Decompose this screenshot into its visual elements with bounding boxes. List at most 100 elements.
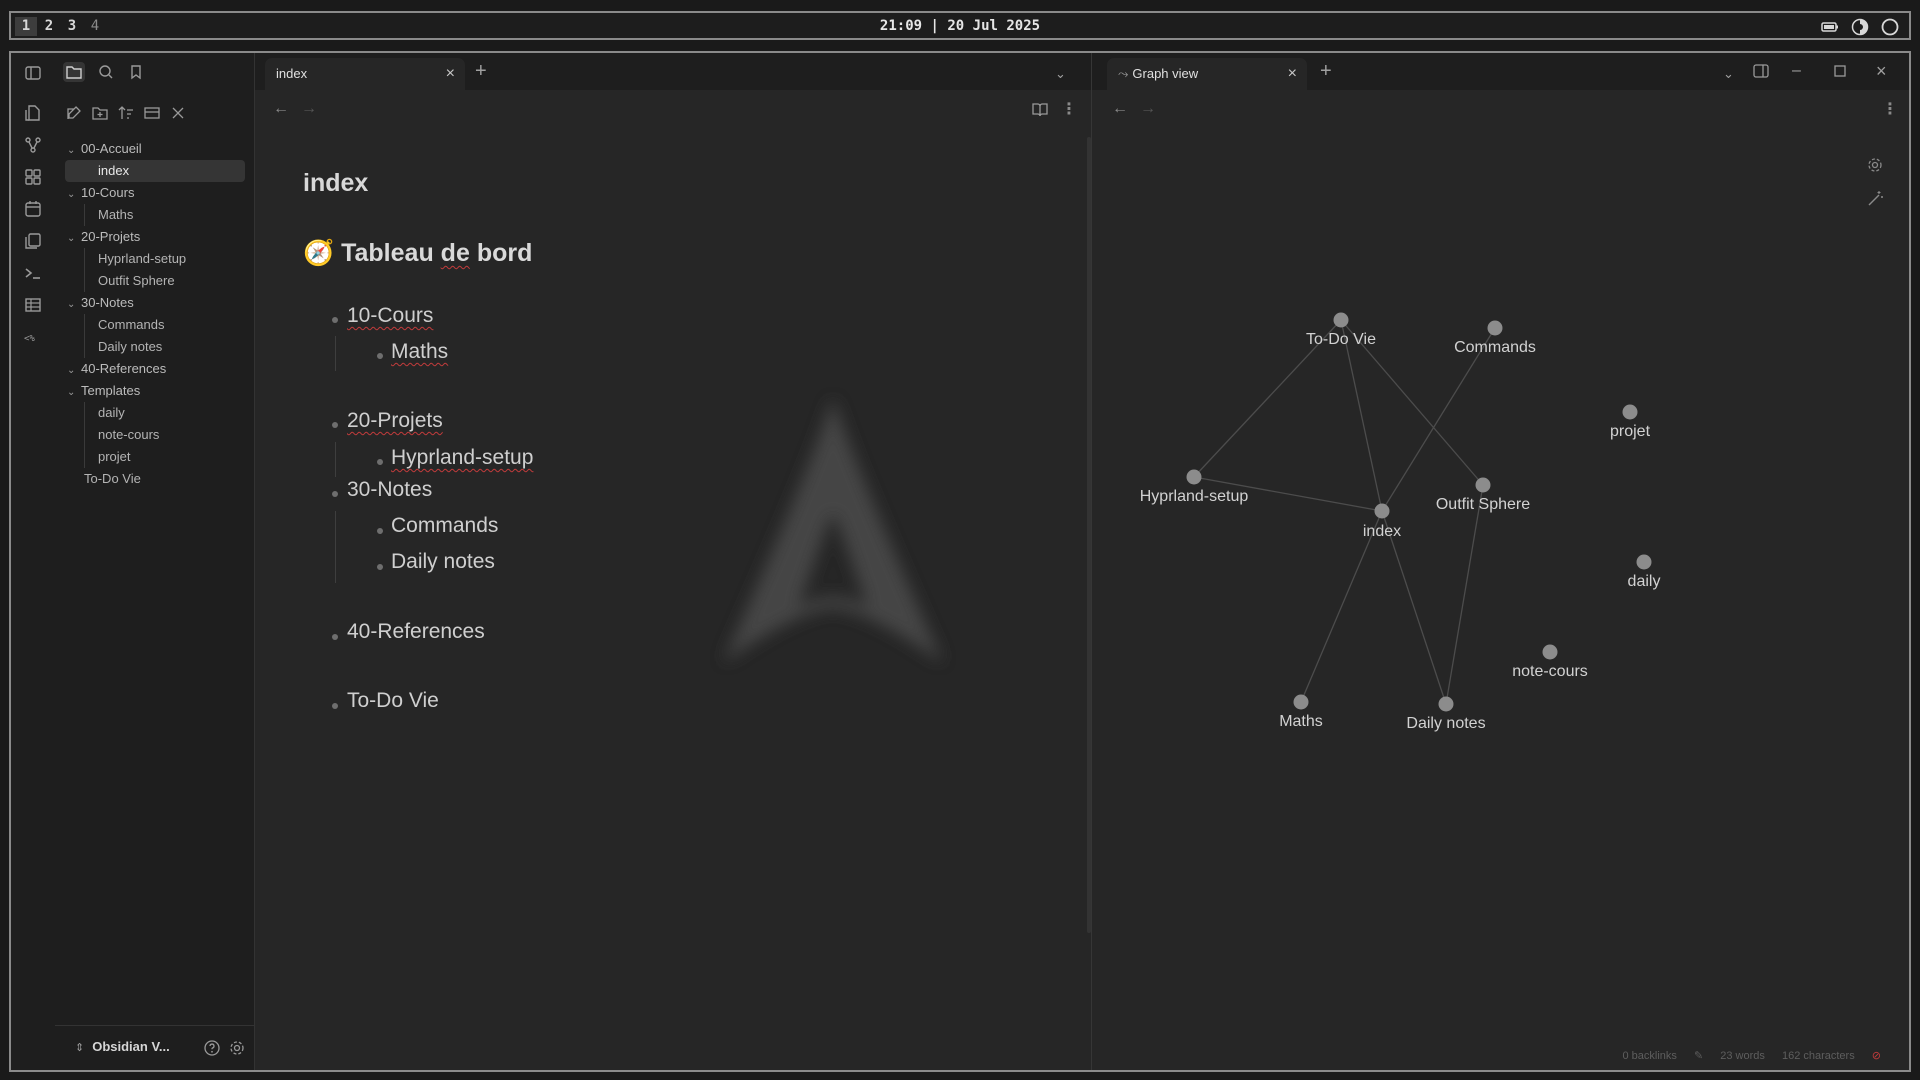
chevron-down-icon: ⌄ (67, 233, 76, 244)
reading-view-book-icon[interactable] (1031, 102, 1049, 118)
clock: 21:09 | 20 Jul 2025 (879, 18, 1041, 34)
tab-index[interactable]: index × (265, 58, 465, 90)
svg-text:Commands: Commands (1454, 339, 1536, 356)
settings-gear-icon[interactable] (228, 1039, 246, 1057)
word-count: 23 words (1720, 1050, 1765, 1062)
back-arrow-icon[interactable]: ← (273, 100, 289, 120)
maximize-window-icon[interactable] (1834, 65, 1846, 77)
tree-folder-10-cours[interactable]: ⌄ 10-Cours (67, 182, 245, 204)
templates-icon[interactable] (23, 231, 43, 251)
graph-node-outfit-sphere[interactable]: Outfit Sphere (1436, 477, 1530, 514)
forward-arrow-icon[interactable]: → (301, 100, 317, 120)
graph-node-note-cours[interactable]: note-cours (1512, 644, 1588, 681)
tab-list-chevron-icon[interactable]: ⌄ (1055, 64, 1066, 84)
minimize-window-icon[interactable]: – (1792, 61, 1801, 81)
tree-folder-30-notes[interactable]: ⌄ 30-Notes (67, 292, 245, 314)
toggle-right-sidebar-icon[interactable] (1752, 63, 1770, 79)
heading-word-bord: bord (476, 239, 533, 267)
toggle-sidebar-icon[interactable] (23, 63, 43, 83)
files-tab[interactable] (63, 62, 85, 82)
tree-file-hyprland-setup[interactable]: Hyprland-setup (98, 248, 186, 270)
list-link-20-projets[interactable]: 20-Projets (347, 409, 443, 433)
tree-file-note-cours[interactable]: note-cours (98, 424, 159, 446)
canvas-icon[interactable] (23, 167, 43, 187)
new-note-icon[interactable] (65, 104, 83, 122)
sync-disabled-icon[interactable]: ⊘ (1872, 1050, 1881, 1062)
graph-node-daily-notes[interactable]: Daily notes (1406, 696, 1486, 733)
battery-icon[interactable] (1821, 21, 1839, 33)
tree-file-maths[interactable]: Maths (98, 204, 133, 226)
close-tab-icon[interactable]: × (1288, 58, 1297, 90)
graph-node-commands[interactable]: Commands (1454, 320, 1536, 357)
power-icon[interactable] (1881, 18, 1899, 36)
list-link-10-cours[interactable]: 10-Cours (347, 304, 433, 328)
close-tab-icon[interactable]: × (446, 58, 455, 90)
search-tab[interactable] (95, 62, 117, 82)
tree-file-commands[interactable]: Commands (98, 314, 164, 336)
calendar-icon[interactable] (23, 199, 43, 219)
graph-canvas[interactable]: To-Do Vie Commands projet Hyprland-setup… (1092, 90, 1911, 1070)
more-options-icon[interactable]: ⋮ (1061, 99, 1077, 119)
edit-pencil-icon[interactable]: ✎ (1694, 1050, 1703, 1062)
svg-text:Hyprland-setup: Hyprland-setup (1140, 488, 1249, 505)
graph-settings-gear-icon[interactable] (1866, 156, 1884, 174)
tree-folder-00-accueil[interactable]: ⌄ 00-Accueil (67, 138, 245, 160)
bookmarks-tab[interactable] (125, 62, 147, 82)
list-link-30-notes[interactable]: 30-Notes (347, 478, 432, 502)
tree-folder-templates[interactable]: ⌄ Templates (67, 380, 245, 402)
tab-list-chevron-icon[interactable]: ⌄ (1723, 64, 1734, 84)
system-top-bar: 1 2 3 4 21:09 | 20 Jul 2025 (9, 11, 1911, 40)
vault-switcher-bar: ⇕ Obsidian V... (55, 1025, 254, 1070)
graph-node-maths[interactable]: Maths (1279, 694, 1323, 731)
graph-view-icon[interactable] (23, 135, 43, 155)
tree-file-daily-notes[interactable]: Daily notes (98, 336, 162, 358)
tree-file-outfit-sphere[interactable]: Outfit Sphere (98, 270, 175, 292)
close-window-icon[interactable]: × (1876, 61, 1887, 81)
tree-folder-40-references[interactable]: ⌄ 40-References (67, 358, 245, 380)
tab-graph-view[interactable]: ⤳ Graph view × (1107, 58, 1307, 90)
animate-wand-icon[interactable] (1866, 190, 1884, 208)
svg-text:Daily notes: Daily notes (1406, 715, 1485, 732)
svg-text:<%: <% (24, 334, 35, 344)
backlinks-count[interactable]: 0 backlinks (1622, 1050, 1676, 1062)
new-tab-plus-icon[interactable]: + (1320, 61, 1332, 81)
table-icon[interactable] (23, 295, 43, 315)
tree-file-projet[interactable]: projet (98, 446, 131, 468)
sort-icon[interactable] (117, 104, 135, 122)
graph-nodes: To-Do Vie Commands projet Hyprland-setup… (1140, 312, 1661, 733)
tree-file-daily[interactable]: daily (98, 402, 125, 424)
graph-node-hyprland-setup[interactable]: Hyprland-setup (1140, 469, 1249, 506)
graph-node-daily[interactable]: daily (1628, 554, 1661, 591)
help-icon[interactable] (203, 1039, 221, 1057)
svg-text:To-Do Vie: To-Do Vie (1306, 331, 1376, 348)
theme-toggle-icon[interactable] (1851, 18, 1869, 36)
tree-file-index[interactable]: index (65, 160, 245, 182)
new-folder-icon[interactable] (91, 104, 109, 122)
list-link-to-do-vie[interactable]: To-Do Vie (347, 689, 439, 713)
chevron-down-icon: ⌄ (67, 145, 76, 156)
tree-folder-20-projets[interactable]: ⌄ 20-Projets (67, 226, 245, 248)
templater-icon[interactable]: <% (23, 327, 43, 347)
vault-switcher[interactable]: ⇕ Obsidian V... (75, 1039, 170, 1054)
collapse-all-icon[interactable] (169, 104, 187, 122)
character-count: 162 characters (1781, 1050, 1855, 1062)
graph-node-projet[interactable]: projet (1610, 404, 1651, 441)
list-link-hyprland-setup[interactable]: Hyprland-setup (391, 446, 533, 470)
obsidian-window: <% ⌄ 00-Accueil index ⌄ 10-Cours Maths ⌄… (9, 51, 1911, 1072)
chevron-down-icon: ⌄ (67, 299, 76, 310)
list-link-daily-notes[interactable]: Daily notes (391, 550, 495, 574)
editor-scrollbar[interactable] (1087, 137, 1091, 933)
graph-node-to-do-vie[interactable]: To-Do Vie (1306, 312, 1376, 349)
open-quick-switcher-icon[interactable] (23, 103, 43, 123)
new-tab-plus-icon[interactable]: + (475, 61, 487, 81)
auto-reveal-icon[interactable] (143, 104, 161, 122)
list-link-maths[interactable]: Maths (391, 340, 448, 364)
svg-text:note-cours: note-cours (1512, 663, 1588, 680)
file-explorer-toolbar (55, 100, 254, 126)
terminal-icon[interactable] (23, 263, 43, 283)
svg-text:projet: projet (1610, 423, 1651, 440)
list-link-40-references[interactable]: 40-References (347, 620, 485, 644)
bookmark-icon (131, 65, 141, 80)
tree-file-to-do-vie[interactable]: To-Do Vie (84, 468, 141, 490)
list-link-commands[interactable]: Commands (391, 514, 498, 538)
